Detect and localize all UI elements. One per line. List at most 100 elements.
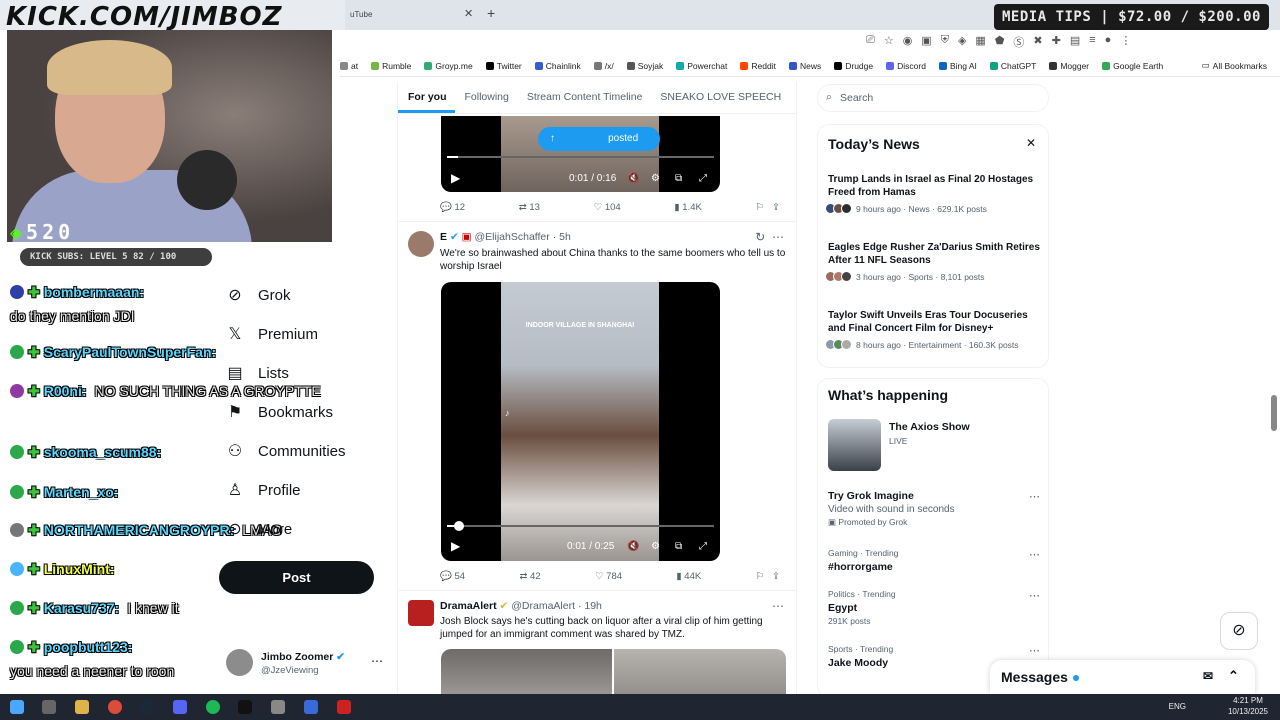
promo-item[interactable]: Try Grok Imagine Video with sound in seco… bbox=[828, 490, 1040, 528]
search-input[interactable]: ⌕ Search bbox=[817, 84, 1049, 112]
shield-icon[interactable]: ⛨ bbox=[941, 34, 949, 50]
more-icon[interactable]: ⋮ bbox=[1120, 34, 1131, 50]
nav-bookmarks[interactable]: ⚑ Bookmarks bbox=[226, 402, 333, 422]
bookmark-at[interactable]: at bbox=[340, 61, 358, 71]
like-button[interactable]: ♡ 104 bbox=[594, 202, 621, 213]
fullscreen-icon[interactable]: ⤢ bbox=[699, 173, 707, 184]
more-icon[interactable]: ⋯ bbox=[1029, 548, 1040, 561]
bookmark-news[interactable]: News bbox=[788, 61, 821, 71]
trend-item[interactable]: Gaming · Trending #horrorgame ⋯ bbox=[828, 548, 1040, 573]
bookmark-rumble[interactable]: Rumble bbox=[371, 61, 411, 71]
bookmark-groyp-me[interactable]: Groyp.me bbox=[424, 61, 473, 71]
extension-icon[interactable]: ◈ bbox=[958, 34, 966, 50]
video-player-2[interactable]: INDOOR VILLAGE IN SHANGHAI ♪ ▶ 0:01 / 0:… bbox=[441, 282, 720, 561]
bookmark-button[interactable]: ⚐ ⇪ bbox=[756, 202, 780, 213]
star-icon[interactable]: ☆ bbox=[884, 34, 894, 50]
play-icon[interactable]: ▶ bbox=[451, 171, 460, 185]
extension-icon[interactable]: ▣ bbox=[921, 34, 931, 50]
task-view-icon[interactable] bbox=[42, 700, 56, 714]
bookmark-bing-ai[interactable]: Bing AI bbox=[938, 61, 977, 71]
video-1-progress-track[interactable] bbox=[447, 156, 714, 158]
grok-float-button[interactable]: ⊘ bbox=[1220, 612, 1258, 650]
reply-button[interactable]: 💬 12 bbox=[440, 202, 465, 213]
cast-icon[interactable]: ⎚ bbox=[866, 34, 875, 50]
nav-premium[interactable]: 𝕏 Premium bbox=[226, 324, 318, 344]
bookmark-reddit[interactable]: Reddit bbox=[740, 61, 776, 71]
mute-icon[interactable]: 🔇 bbox=[627, 173, 639, 184]
axios-title[interactable]: The Axios Show bbox=[889, 421, 970, 433]
bookmark-mogger[interactable]: Mogger bbox=[1049, 61, 1089, 71]
extension-icon[interactable]: ⬟ bbox=[995, 34, 1005, 50]
bookmark-x[interactable]: /x/ bbox=[593, 61, 614, 71]
bookmark-button[interactable]: ⚐ ⇪ bbox=[756, 571, 780, 582]
bookmark-drudge[interactable]: Drudge bbox=[834, 61, 873, 71]
tab-close-icon[interactable]: ✕ bbox=[464, 7, 473, 20]
post-button[interactable]: Post bbox=[219, 561, 374, 594]
views-button[interactable]: ▮ 44K bbox=[676, 571, 701, 582]
app-icon[interactable] bbox=[337, 700, 351, 714]
bookmark-discord[interactable]: Discord bbox=[886, 61, 926, 71]
more-icon[interactable]: ⋯ bbox=[1029, 490, 1040, 503]
repost-button[interactable]: ⇄ 42 bbox=[519, 571, 540, 582]
nav-communities[interactable]: ⚇ Communities bbox=[226, 441, 346, 461]
tweet-3-more-icon[interactable]: ⋯ bbox=[772, 599, 784, 613]
new-tab-icon[interactable]: + bbox=[487, 5, 495, 21]
pip-icon[interactable]: ⧉ bbox=[675, 541, 682, 552]
discord-icon[interactable] bbox=[173, 700, 187, 714]
news-item[interactable]: Taylor Swift Unveils Eras Tour Docuserie… bbox=[825, 309, 1040, 350]
browser-tab[interactable]: uTube bbox=[340, 4, 480, 26]
tweet-3-media-1[interactable] bbox=[441, 649, 612, 694]
language-indicator[interactable]: ENG bbox=[1169, 702, 1186, 711]
menu-icon[interactable]: ≡ bbox=[1089, 34, 1095, 50]
reply-button[interactable]: 💬 54 bbox=[440, 571, 465, 582]
avatar[interactable] bbox=[226, 649, 253, 676]
pip-icon[interactable]: ⧉ bbox=[675, 173, 682, 184]
nav-lists[interactable]: ▤ Lists bbox=[226, 363, 288, 383]
bookmark-powerchat[interactable]: Powerchat bbox=[676, 61, 727, 71]
nav-more[interactable]: ⊙ More bbox=[226, 519, 292, 539]
mute-icon[interactable]: 🔇 bbox=[627, 541, 639, 552]
all-bookmarks[interactable]: ▭ All Bookmarks bbox=[1202, 60, 1267, 71]
profile-icon[interactable]: ● bbox=[1105, 34, 1112, 50]
tab-for-you[interactable]: For you bbox=[398, 82, 455, 113]
x-icon[interactable]: ✖ bbox=[1033, 34, 1042, 50]
app-icon[interactable] bbox=[304, 700, 318, 714]
nav-profile[interactable]: ♙ Profile bbox=[226, 480, 301, 500]
tweet-3-avatar[interactable] bbox=[408, 600, 434, 626]
expand-icon[interactable]: ⌃ bbox=[1228, 668, 1239, 684]
steam-icon[interactable] bbox=[140, 700, 154, 714]
extension-icon[interactable]: ◉ bbox=[903, 34, 913, 50]
tab-sneako[interactable]: SNEAKO LOVE SPEECH bbox=[650, 82, 789, 113]
sidebar-icon[interactable]: ▤ bbox=[1070, 34, 1080, 50]
tweet-3-media-2[interactable] bbox=[614, 649, 786, 694]
chrome-icon[interactable] bbox=[108, 700, 122, 714]
tab-stream-content[interactable]: Stream Content Timeline bbox=[517, 82, 651, 113]
tweet-2-avatar[interactable] bbox=[408, 231, 434, 257]
scrollbar[interactable] bbox=[1271, 395, 1277, 431]
views-button[interactable]: ▮ 1.4K bbox=[674, 202, 701, 213]
bookmark-soyjak[interactable]: Soyjak bbox=[626, 61, 663, 71]
repost-button[interactable]: ⇄ 13 bbox=[519, 202, 540, 213]
more-icon[interactable]: ⋯ bbox=[1029, 589, 1040, 602]
settings-icon[interactable]: ⚙ bbox=[651, 541, 660, 552]
play-icon[interactable]: ▶ bbox=[451, 539, 460, 553]
like-button[interactable]: ♡ 784 bbox=[595, 571, 622, 582]
close-icon[interactable]: ✕ bbox=[1026, 136, 1036, 150]
account-more-icon[interactable]: ⋯ bbox=[371, 654, 383, 668]
app-icon[interactable] bbox=[271, 700, 285, 714]
news-item[interactable]: Trump Lands in Israel as Final 20 Hostag… bbox=[825, 173, 1040, 214]
account-name[interactable]: Jimbo Zoomer ✔ bbox=[261, 651, 345, 663]
app-icon[interactable] bbox=[238, 700, 252, 714]
bookmark-chatgpt[interactable]: ChatGPT bbox=[989, 61, 1036, 71]
nav-grok[interactable]: ⊘ Grok bbox=[226, 285, 290, 305]
puzzle-icon[interactable]: ✚ bbox=[1052, 34, 1061, 50]
settings-icon[interactable]: ⚙ bbox=[651, 173, 660, 184]
bookmark-twitter[interactable]: Twitter bbox=[485, 61, 522, 71]
clock[interactable]: 4:21 PM 10/13/2025 bbox=[1228, 695, 1268, 717]
axios-thumbnail[interactable] bbox=[828, 419, 881, 471]
trend-item[interactable]: Politics · Trending Egypt 291K posts ⋯ bbox=[828, 589, 1040, 626]
new-message-icon[interactable]: ✉ bbox=[1203, 669, 1213, 683]
extension-icon[interactable]: ▦ bbox=[975, 34, 985, 50]
more-icon[interactable]: ⋯ bbox=[1029, 644, 1040, 657]
bookmark-google-earth[interactable]: Google Earth bbox=[1102, 61, 1163, 71]
